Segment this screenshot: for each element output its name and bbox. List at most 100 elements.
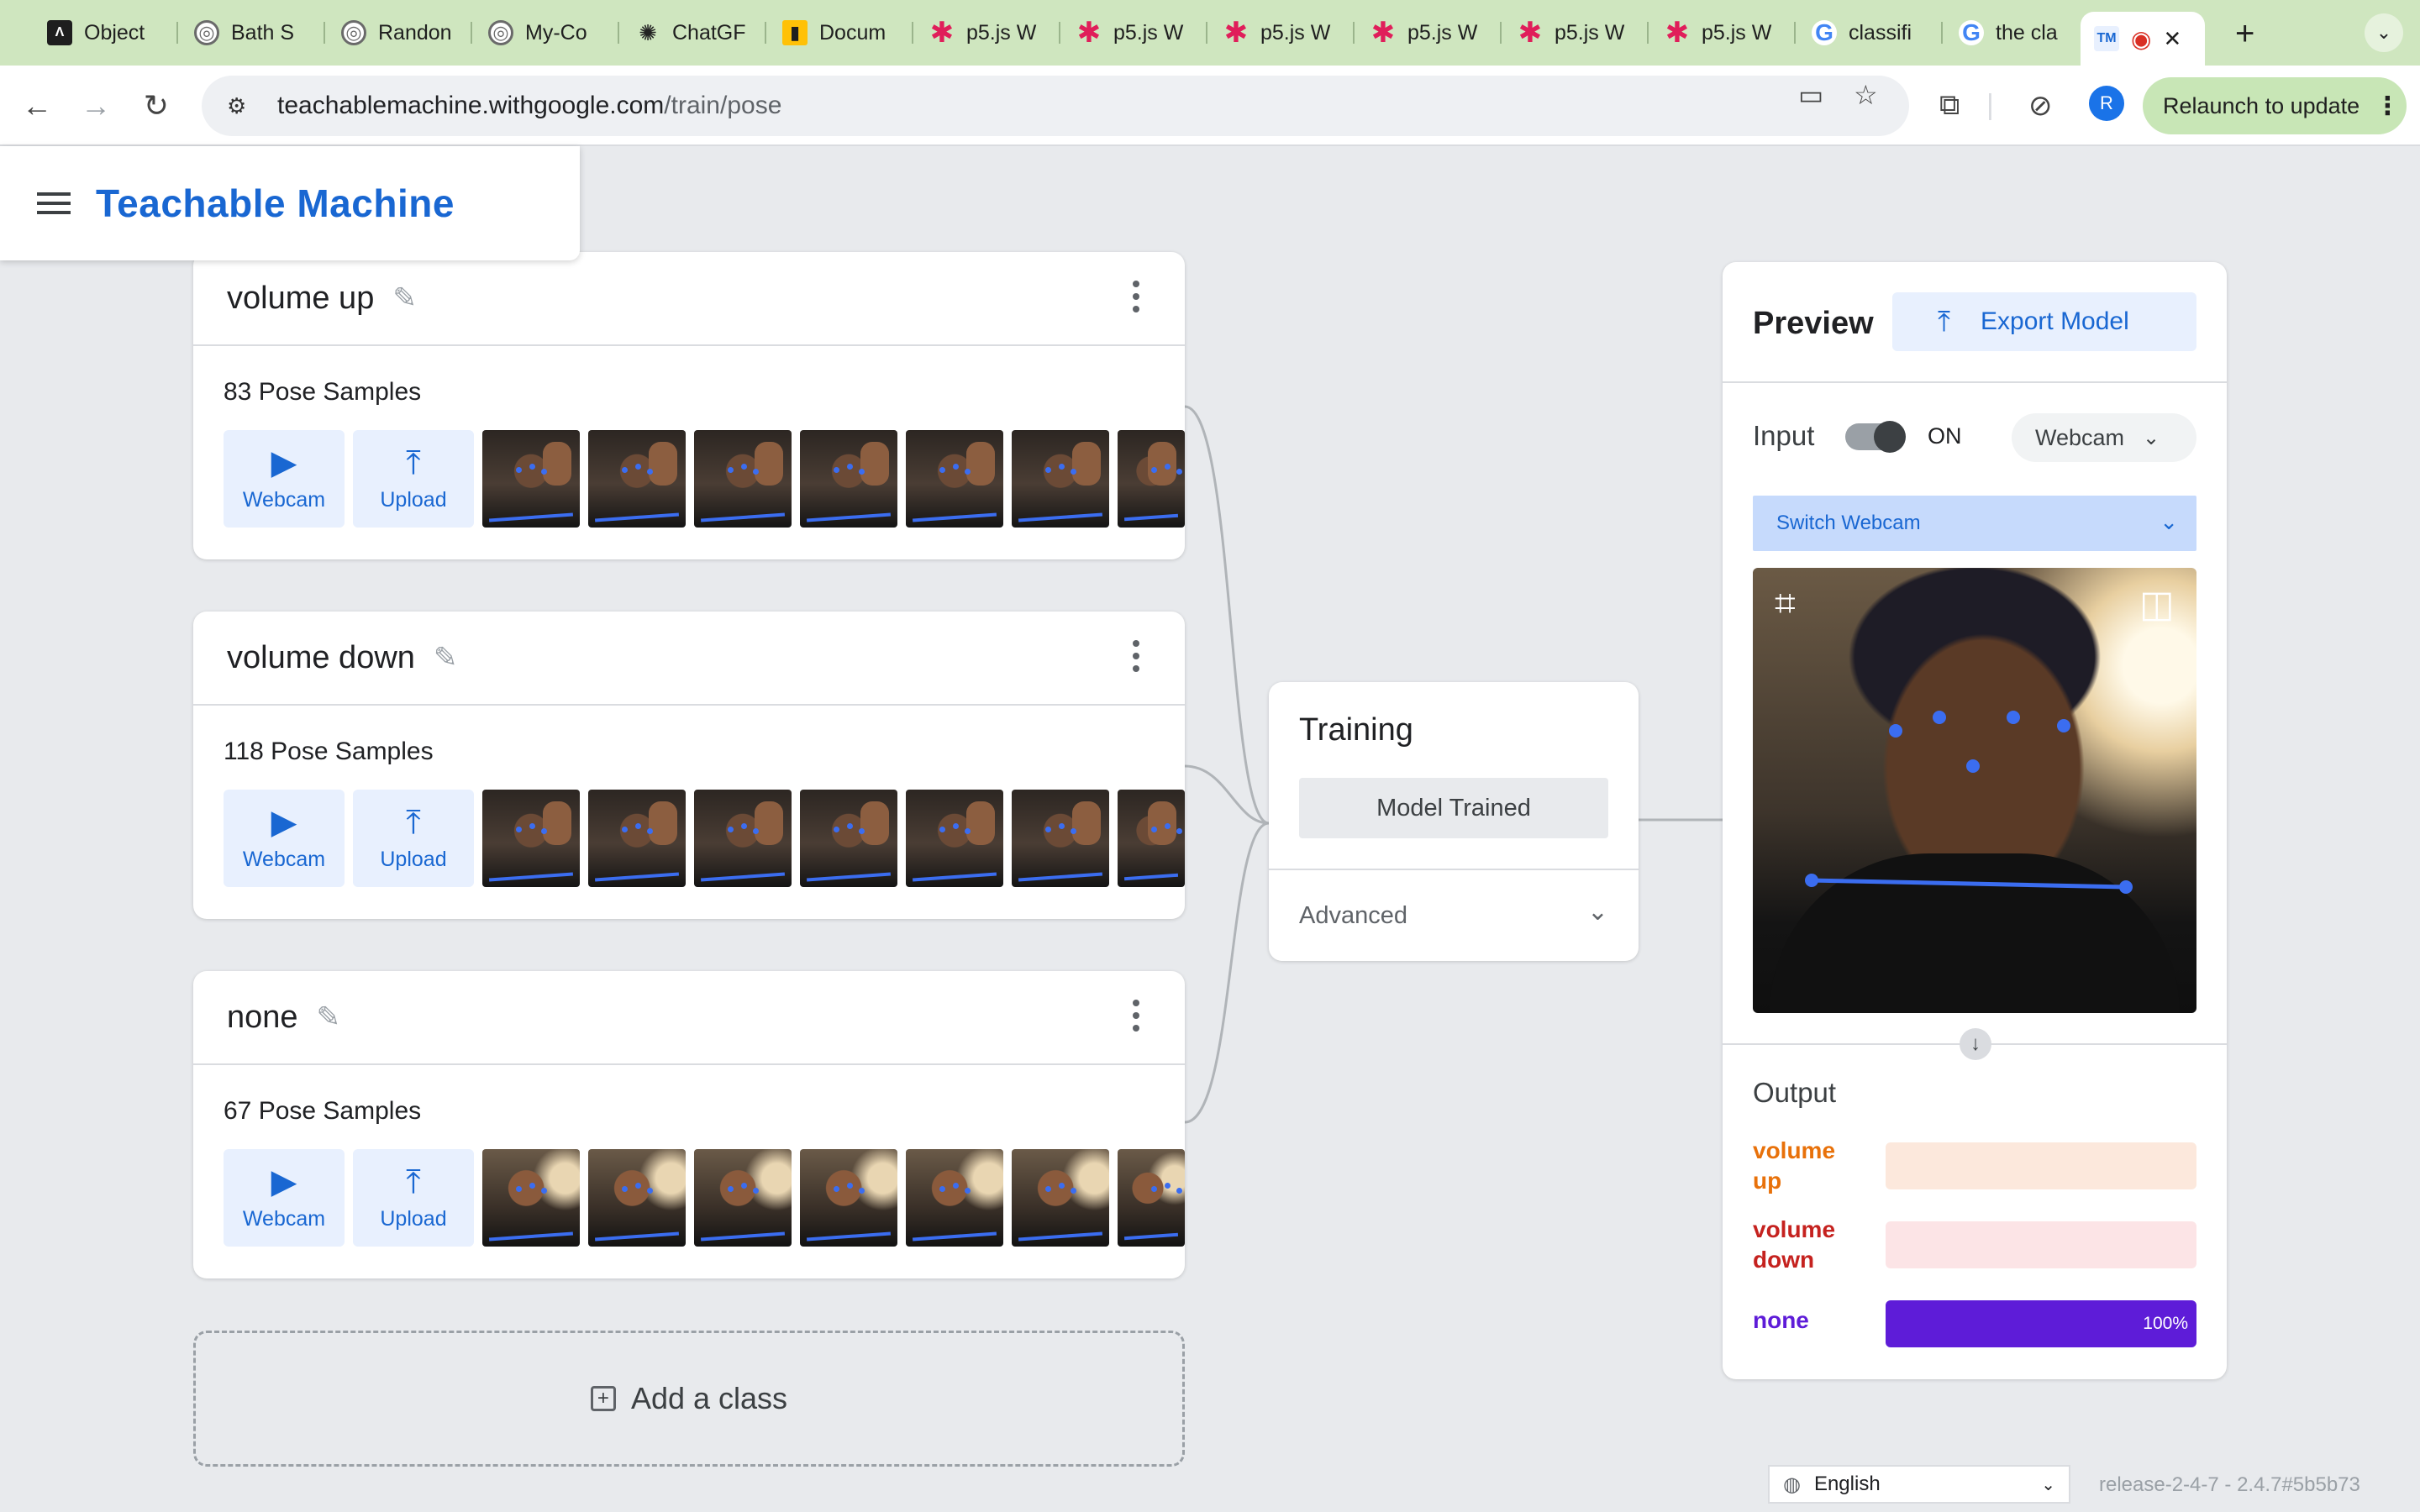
forward-icon[interactable]: →	[76, 86, 116, 126]
pose-keypoint	[1071, 469, 1076, 475]
output-row: volume down	[1753, 1216, 2196, 1275]
browser-tab[interactable]: ◎ Bath S	[181, 12, 325, 54]
sample-thumbnail[interactable]	[906, 1149, 1003, 1247]
more-vert-icon[interactable]	[1133, 1000, 1139, 1037]
output-class-name: volume down	[1753, 1215, 1854, 1275]
hamburger-menu-icon[interactable]	[37, 186, 71, 220]
webcam-button[interactable]: ▶ Webcam	[224, 430, 345, 528]
profile-avatar[interactable]: R	[2089, 86, 2124, 121]
sample-thumbnail[interactable]	[1012, 790, 1109, 887]
add-class-button[interactable]: + Add a class	[193, 1331, 1185, 1467]
upload-button[interactable]: ⤒ Upload	[353, 430, 474, 528]
relaunch-button[interactable]: Relaunch to update ⋮	[2143, 77, 2407, 134]
sample-thumbnail[interactable]	[588, 430, 686, 528]
pencil-icon[interactable]: ✎	[434, 641, 458, 675]
reload-icon[interactable]: ↻	[136, 86, 176, 126]
upload-button[interactable]: ⤒ Upload	[353, 790, 474, 887]
sample-thumbnail[interactable]	[1118, 430, 1185, 528]
back-icon[interactable]: ←	[17, 86, 57, 126]
browser-tab[interactable]: Λ Object	[34, 12, 178, 54]
input-toggle[interactable]	[1845, 421, 1906, 453]
browser-tab-bar: Λ Object ◎ Bath S ◎ Randon ◎ My-Co ✺ ChatGF ▮ Docum…	[0, 0, 2420, 66]
sample-thumbnail[interactable]	[1012, 1149, 1109, 1247]
browser-tab[interactable]: ✱ p5.js W	[1063, 12, 1207, 54]
train-model-button[interactable]: Model Trained	[1299, 778, 1608, 838]
sample-thumbnail[interactable]	[1118, 790, 1185, 887]
sample-thumbnail[interactable]	[1118, 1149, 1185, 1247]
sample-thumbnail[interactable]	[694, 1149, 792, 1247]
browser-tab-active[interactable]: TM ◉ ✕	[2081, 12, 2205, 66]
sample-thumbnail[interactable]	[1012, 430, 1109, 528]
pencil-icon[interactable]: ✎	[392, 281, 417, 315]
browser-tab[interactable]: ✱ p5.js W	[1210, 12, 1355, 54]
pencil-icon[interactable]: ✎	[317, 1000, 341, 1034]
pose-keypoint	[647, 469, 653, 475]
tab-separator	[176, 22, 178, 44]
advanced-toggle[interactable]: Advanced	[1299, 902, 1407, 930]
chevron-down-icon[interactable]: ⌄	[1587, 897, 1608, 927]
tab-favicon-icon: ✺	[639, 19, 657, 45]
browser-tab[interactable]: ✱ p5.js W	[916, 12, 1060, 54]
pose-keypoint	[847, 823, 853, 829]
browser-tab[interactable]: ✱ p5.js W	[1357, 12, 1502, 54]
browser-tab[interactable]: ◎ Randon	[328, 12, 472, 54]
sample-thumbnail[interactable]	[588, 1149, 686, 1247]
address-bar[interactable]: ⚙ teachablemachine.withgoogle.com/train/…	[202, 76, 1909, 136]
sample-thumbnail[interactable]	[906, 790, 1003, 887]
class-card-header: none ✎	[193, 971, 1185, 1065]
switch-webcam-select[interactable]: Switch Webcam ⌄	[1753, 496, 2196, 551]
pose-keypoint	[1045, 1186, 1051, 1192]
sample-thumbnail[interactable]	[800, 790, 897, 887]
sample-thumbnail[interactable]	[588, 790, 686, 887]
bookmark-star-icon[interactable]: ☆	[1854, 79, 1878, 111]
tab-title: Docum	[819, 20, 886, 45]
extensions-icon[interactable]: ⧉	[1939, 89, 1960, 122]
camera-in-use-icon[interactable]: ▭	[1798, 79, 1823, 111]
pose-overlay	[1805, 711, 2133, 894]
class-name[interactable]: none	[227, 1000, 298, 1036]
waving-hand	[1148, 801, 1176, 845]
browser-tab[interactable]: ▮ Docum	[769, 12, 913, 54]
more-vert-icon[interactable]	[1133, 640, 1139, 678]
sample-thumbnail[interactable]	[482, 430, 580, 528]
sample-thumbnail[interactable]	[694, 790, 792, 887]
performance-icon[interactable]: ⊘	[2028, 89, 2053, 123]
browser-tab[interactable]: ✺ ChatGF	[622, 12, 766, 54]
pose-keypoint	[635, 823, 641, 829]
app-title[interactable]: Teachable Machine	[96, 181, 455, 226]
sample-thumbnail[interactable]	[482, 790, 580, 887]
export-model-button[interactable]: ⤒ Export Model	[1892, 292, 2196, 351]
new-tab-button[interactable]: +	[2235, 15, 2254, 53]
input-source-select[interactable]: Webcam ⌄	[2012, 413, 2196, 462]
sample-thumbnail[interactable]	[906, 430, 1003, 528]
site-settings-icon[interactable]: ⚙	[227, 93, 252, 118]
class-name[interactable]: volume down	[227, 640, 415, 676]
tab-title: p5.js W	[1555, 20, 1625, 45]
sample-thumbnail[interactable]	[800, 430, 897, 528]
pose-keypoint	[953, 823, 959, 829]
arrow-down-icon: ↓	[1960, 1028, 1991, 1060]
browser-tab[interactable]: Gthe cla	[1945, 12, 2090, 54]
browser-tab[interactable]: ✱ p5.js W	[1651, 12, 1796, 54]
browser-tab[interactable]: ✱ p5.js W	[1504, 12, 1649, 54]
globe-icon: ◍	[1783, 1473, 1801, 1496]
relaunch-label: Relaunch to update	[2163, 92, 2360, 118]
crop-icon[interactable]: ⌗	[1775, 583, 1796, 625]
close-tab-icon[interactable]: ✕	[2163, 26, 2181, 52]
browser-tab[interactable]: ◎ My-Co	[475, 12, 619, 54]
tab-search-button[interactable]: ⌄	[2365, 13, 2403, 52]
browser-tab[interactable]: Gclassifi	[1798, 12, 1943, 54]
webcam-button[interactable]: ▶ Webcam	[224, 1149, 345, 1247]
flip-icon[interactable]: ◫	[2139, 583, 2175, 626]
sample-thumbnail[interactable]	[694, 430, 792, 528]
sample-thumbnail[interactable]	[800, 1149, 897, 1247]
waving-hand	[966, 442, 995, 486]
language-select[interactable]: ◍ English ⌄	[1768, 1465, 2070, 1504]
webcam-button[interactable]: ▶ Webcam	[224, 790, 345, 887]
more-vert-icon[interactable]	[1133, 281, 1139, 318]
class-name[interactable]: volume up	[227, 281, 374, 317]
upload-button[interactable]: ⤒ Upload	[353, 1149, 474, 1247]
pose-line	[700, 1231, 786, 1242]
more-menu-icon[interactable]: ⋮	[2375, 92, 2400, 121]
sample-thumbnail[interactable]	[482, 1149, 580, 1247]
